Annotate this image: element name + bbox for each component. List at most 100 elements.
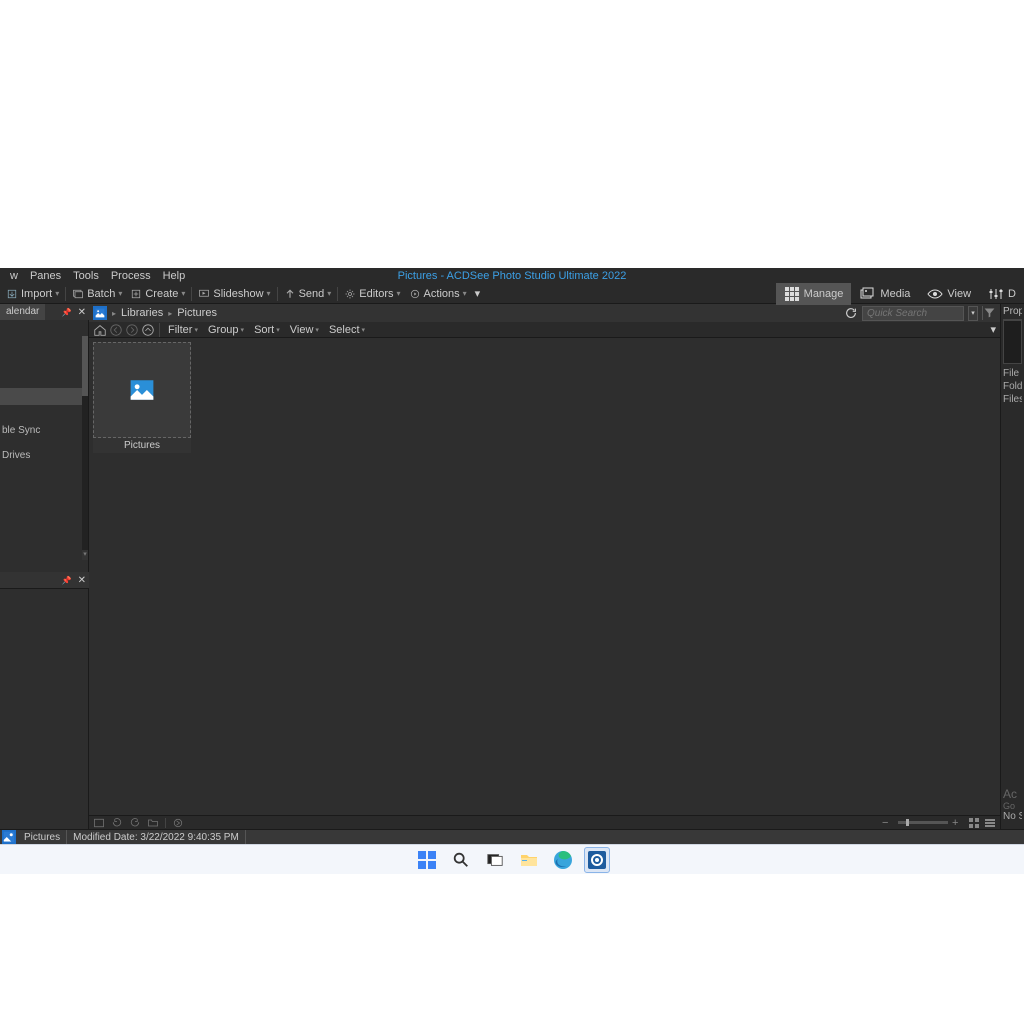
separator	[277, 287, 278, 301]
editors-label: Editors	[359, 288, 393, 300]
view-menu[interactable]: View▾	[286, 324, 323, 336]
dropdown-arrow-icon: ▾	[118, 289, 122, 298]
zoom-out-icon[interactable]: −	[882, 817, 894, 829]
file-explorer-button[interactable]	[516, 847, 542, 873]
filter-menu[interactable]: Filter▾	[164, 324, 202, 336]
back-icon[interactable]	[109, 323, 123, 337]
home-icon[interactable]	[93, 323, 107, 337]
status-folder-icon	[2, 830, 16, 844]
search-button[interactable]	[448, 847, 474, 873]
pictures-icon[interactable]	[93, 306, 107, 320]
scroll-down-icon[interactable]: ▾	[82, 550, 88, 560]
menu-item-process[interactable]: Process	[105, 270, 157, 282]
close-icon[interactable]: ✕	[75, 307, 89, 318]
group-menu[interactable]: Group▾	[204, 324, 248, 336]
thumbnail-size-slider[interactable]	[898, 821, 948, 824]
gear-icon	[344, 288, 356, 300]
rotate-right-icon[interactable]	[129, 817, 141, 829]
slideshow-button[interactable]: Slideshow ▾	[194, 285, 274, 303]
main-body: alendar 📌 ✕ ble Sync Drives ▾	[0, 304, 1024, 829]
left-bottom-tabrow: 📌 ✕	[0, 572, 89, 588]
menu-item-help[interactable]: Help	[157, 270, 192, 282]
mode-view-label: View	[947, 288, 971, 300]
scrollbar-thumb[interactable]	[82, 336, 88, 396]
breadcrumb-current[interactable]: Pictures	[177, 307, 217, 319]
properties-header: Prop	[1003, 306, 1022, 320]
tab-calendar[interactable]: alendar	[0, 304, 45, 320]
toolbar-overflow-icon[interactable]: ▾	[475, 287, 481, 300]
prop-file: File L	[1003, 368, 1022, 381]
close-icon[interactable]: ✕	[75, 575, 89, 586]
chevron-right-icon[interactable]: ▸	[109, 309, 119, 318]
tree-item-sync[interactable]: ble Sync	[0, 422, 88, 439]
mode-develop[interactable]: D	[980, 283, 1024, 305]
chevron-right-icon[interactable]: ▸	[165, 309, 175, 318]
folder-thumbnail[interactable]: Pictures	[93, 342, 191, 453]
thumbnail-grid[interactable]: Pictures	[89, 338, 1000, 815]
menu-item-w[interactable]: w	[4, 270, 24, 282]
import-button[interactable]: Import ▾	[2, 285, 63, 303]
zoom-in-icon[interactable]: +	[952, 817, 964, 829]
tree-item-selected[interactable]	[0, 388, 88, 405]
filter-icon[interactable]	[982, 306, 996, 320]
search-dropdown[interactable]: ▾	[968, 306, 978, 321]
refresh-icon[interactable]	[844, 306, 858, 320]
tree-item[interactable]	[0, 354, 88, 371]
mode-view[interactable]: View	[919, 283, 979, 305]
compare-icon[interactable]	[172, 817, 184, 829]
menu-item-panes[interactable]: Panes	[24, 270, 67, 282]
edge-button[interactable]	[550, 847, 576, 873]
select-menu[interactable]: Select▾	[325, 324, 369, 336]
left-column: alendar 📌 ✕ ble Sync Drives ▾	[0, 304, 89, 829]
create-label: Create	[145, 288, 178, 300]
create-button[interactable]: Create ▾	[126, 285, 189, 303]
tree-item[interactable]	[0, 371, 88, 388]
dropdown-arrow-icon: ▾	[327, 289, 331, 298]
dropdown-arrow-icon: ▾	[276, 326, 280, 334]
view-options-bar: Filter▾ Group▾ Sort▾ View▾ Select▾ ▾	[89, 322, 1000, 338]
rotate-left-icon[interactable]	[111, 817, 123, 829]
separator	[159, 323, 160, 337]
folder-thumbnail-image	[93, 342, 191, 438]
menu-item-tools[interactable]: Tools	[67, 270, 105, 282]
acdsee-button[interactable]	[584, 847, 610, 873]
view-label: View	[290, 324, 314, 336]
actions-button[interactable]: Actions ▾	[405, 285, 471, 303]
slider-knob[interactable]	[906, 819, 909, 826]
view-thumbnails-icon[interactable]	[968, 817, 980, 829]
send-button[interactable]: Send ▾	[280, 285, 336, 303]
breadcrumb-libraries[interactable]: Libraries	[121, 307, 163, 319]
up-icon[interactable]	[141, 323, 155, 337]
mode-media[interactable]: Media	[852, 283, 918, 305]
tree-item-drives[interactable]: Drives	[0, 447, 88, 464]
mode-media-label: Media	[880, 288, 910, 300]
pin-icon[interactable]: 📌	[59, 308, 75, 317]
tree-item[interactable]	[0, 337, 88, 354]
send-icon	[284, 288, 296, 300]
folder-icon[interactable]	[147, 817, 159, 829]
mode-manage[interactable]: Manage	[776, 283, 852, 305]
scrollbar[interactable]: ▾	[82, 336, 88, 560]
window-title: Pictures - ACDSee Photo Studio Ultimate …	[398, 268, 627, 284]
batch-button[interactable]: Batch ▾	[68, 285, 126, 303]
start-button[interactable]	[414, 847, 440, 873]
prop-folder: Folde	[1003, 381, 1022, 394]
editors-button[interactable]: Editors ▾	[340, 285, 404, 303]
status-location: Pictures	[18, 830, 67, 845]
quick-search-input[interactable]	[862, 306, 964, 321]
separator	[191, 287, 192, 301]
task-view-button[interactable]	[482, 847, 508, 873]
pin-icon[interactable]: 📌	[59, 576, 75, 585]
main-toolbar: Import ▾ Batch ▾ Create ▾ Slideshow ▾	[0, 284, 1024, 304]
image-icon[interactable]	[93, 817, 105, 829]
watermark-title: Ac	[1003, 787, 1022, 801]
dropdown-arrow-icon: ▾	[241, 326, 245, 334]
overflow-icon[interactable]: ▾	[990, 323, 996, 336]
bottom-toolbar: − +	[89, 815, 1000, 829]
windows-taskbar	[0, 844, 1024, 874]
dropdown-arrow-icon: ▾	[397, 289, 401, 298]
tree-item[interactable]	[0, 320, 88, 337]
forward-icon[interactable]	[125, 323, 139, 337]
view-details-icon[interactable]	[984, 817, 996, 829]
sort-menu[interactable]: Sort▾	[250, 324, 284, 336]
